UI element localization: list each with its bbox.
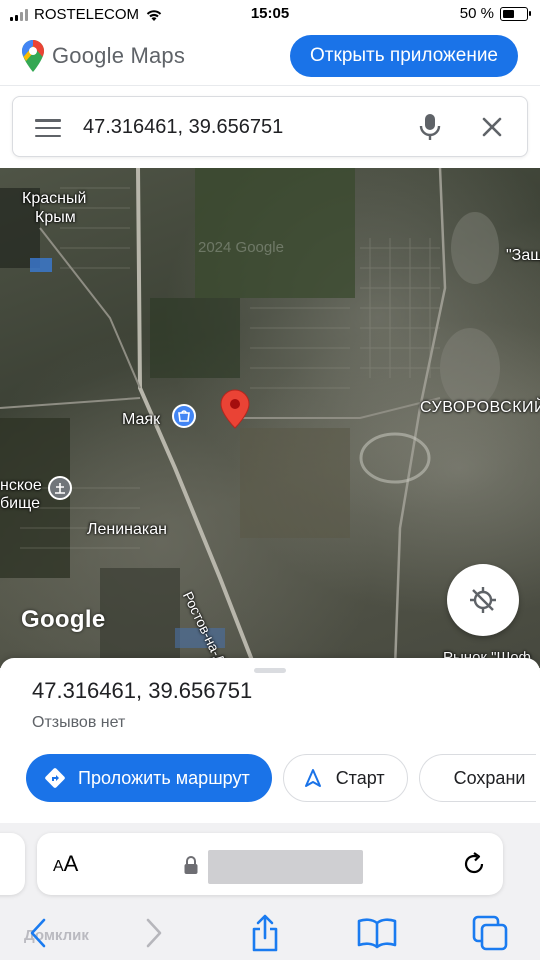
cemetery-poi-icon[interactable] [48,476,72,500]
start-label: Старт [335,767,385,788]
forward-button[interactable] [134,913,174,953]
directions-icon [45,768,65,788]
map-label-krym: Крым [35,209,76,226]
map-label-zash: "Защ [506,247,540,264]
location-off-icon [470,587,496,613]
url-blurred[interactable] [208,850,363,884]
open-app-button[interactable]: Открыть приложение [290,35,518,77]
maps-pin-logo-icon [22,40,44,72]
close-icon[interactable] [479,114,505,140]
place-sheet[interactable]: 47.316461, 39.656751 Отзывов нет Проложи… [0,658,540,823]
map-label-kladbishche-1: нское [0,477,42,494]
save-label: Сохрани [453,767,526,788]
status-right: 50 % [459,5,531,22]
place-title: 47.316461, 39.656751 [32,678,253,703]
battery-fill [503,9,514,18]
map-label-krasny: Красный [22,190,87,207]
logo-text: Google Maps [52,43,186,68]
share-button[interactable] [245,913,285,953]
browser-toolbar: Домклик [0,905,540,960]
maps-header: Google Maps Открыть приложение [0,30,540,86]
google-attribution: Google [21,606,106,633]
battery-percent: 50 % [459,5,494,22]
google-maps-logo[interactable]: Google Maps [22,40,185,72]
reload-icon[interactable] [461,851,487,877]
location-pin-icon[interactable] [220,389,250,429]
map-label-suvorovsky: СУВОРОВСКИЙ [420,399,540,416]
browser-chrome: AA Домклик [0,823,540,960]
directions-label: Проложить маршрут [78,767,250,788]
search-input[interactable] [83,113,403,141]
place-actions: Проложить маршрут Старт Сохрани [26,754,536,802]
share-icon [252,914,278,952]
previous-tab-peek[interactable] [0,833,25,895]
map-label-mayak: Маяк [122,411,161,428]
search-area [0,86,540,168]
microphone-icon[interactable] [419,113,441,141]
navigation-arrow-icon [304,769,321,787]
save-button[interactable]: Сохрани [418,754,536,802]
directions-button[interactable]: Проложить маршрут [26,754,272,802]
map-label-leninakan: Ленинакан [87,521,167,538]
map-label-kladbishche-2: бище [0,495,40,512]
tabs-icon [472,915,508,951]
satellite-map[interactable]: 2024 Google Красный Крым "Защ Маяк СУВОР… [0,168,540,668]
battery-icon [500,6,531,21]
book-icon [357,918,397,949]
address-bar[interactable]: AA [37,833,503,895]
aa-big: A [63,851,79,876]
my-location-button[interactable] [447,564,519,636]
aa-small: A [53,858,64,875]
chevron-left-icon [30,918,46,948]
start-button[interactable]: Старт [282,754,408,802]
tabs-button[interactable] [470,913,510,953]
reviews-text: Отзывов нет [32,714,126,731]
shopping-poi-icon[interactable] [172,404,196,428]
search-box[interactable] [12,96,528,157]
back-button[interactable] [18,913,58,953]
drag-handle[interactable] [254,668,286,673]
lock-icon [184,856,198,874]
map-label-watermark: 2024 Google [198,239,284,256]
bookmarks-button[interactable] [357,913,397,953]
status-bar: ROSTELECOM 15:05 50 % [0,0,540,30]
reader-options-button[interactable]: AA [53,851,78,877]
chevron-right-icon [146,918,162,948]
menu-icon[interactable] [35,119,61,137]
